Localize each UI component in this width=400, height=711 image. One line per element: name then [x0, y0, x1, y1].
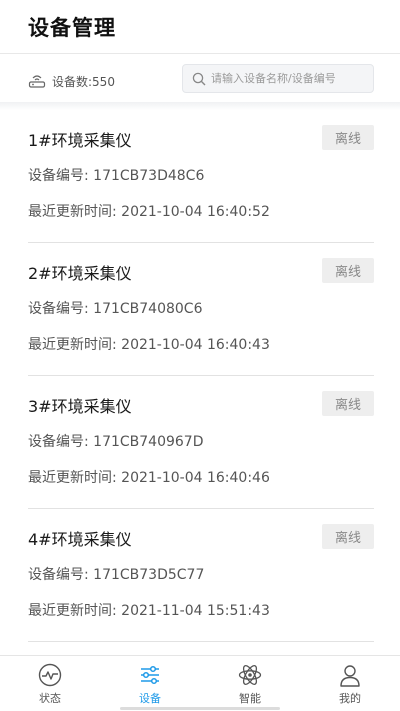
device-count: 设备数:550 [28, 71, 115, 91]
update-time: 最近更新时间: 2021-10-04 16:40:52 [28, 204, 270, 220]
device-name: 2#环境采集仪 [28, 264, 132, 283]
status-badge: 离线 [322, 391, 374, 416]
page-title: 设备管理 [28, 16, 116, 40]
device-id: 设备编号: 171CB73D48C6 [28, 168, 205, 184]
device-id: 设备编号: 171CB74080C6 [28, 301, 203, 317]
tab-smart[interactable]: 智能 [200, 656, 300, 711]
device-name: 3#环境采集仪 [28, 397, 132, 416]
tab-label: 状态 [39, 692, 61, 705]
device-id: 设备编号: 171CB740967D [28, 434, 204, 450]
app-header: 设备管理 [0, 0, 400, 54]
sliders-icon [141, 665, 159, 685]
device-name: 4#环境采集仪 [28, 530, 132, 549]
device-card[interactable]: 3#环境采集仪 离线 设备编号: 171CB740967D 最近更新时间: 20… [28, 376, 374, 509]
search-box[interactable] [182, 64, 374, 93]
tab-label: 设备 [139, 692, 161, 705]
device-id: 设备编号: 171CB73D5C77 [28, 567, 205, 583]
user-icon [340, 665, 360, 687]
tab-label: 智能 [239, 692, 261, 705]
toolbar: 设备数:550 [0, 55, 400, 102]
status-badge: 离线 [322, 125, 374, 150]
search-icon [192, 72, 206, 85]
device-card[interactable]: 4#环境采集仪 离线 设备编号: 171CB73D5C77 最近更新时间: 20… [28, 509, 374, 642]
home-indicator [120, 707, 280, 710]
device-name: 1#环境采集仪 [28, 131, 132, 150]
tab-profile[interactable]: 我的 [300, 656, 400, 711]
atom-icon [238, 665, 262, 685]
update-time: 最近更新时间: 2021-10-04 16:40:46 [28, 470, 270, 486]
bottom-tab-bar: 状态 设备 智能 我的 [0, 655, 400, 711]
device-count-label: 设备数:550 [52, 74, 115, 89]
status-badge: 离线 [322, 258, 374, 283]
device-card[interactable]: 1#环境采集仪 离线 设备编号: 171CB73D48C6 最近更新时间: 20… [28, 110, 374, 243]
section-divider [0, 102, 400, 110]
device-card[interactable]: 2#环境采集仪 离线 设备编号: 171CB74080C6 最近更新时间: 20… [28, 243, 374, 376]
update-time: 最近更新时间: 2021-10-04 16:40:43 [28, 337, 270, 353]
update-time: 最近更新时间: 2021-11-04 15:51:43 [28, 603, 270, 619]
search-input[interactable] [211, 72, 371, 85]
status-badge: 离线 [322, 524, 374, 549]
router-icon [28, 75, 46, 88]
device-list: 1#环境采集仪 离线 设备编号: 171CB73D48C6 最近更新时间: 20… [0, 110, 400, 655]
tab-devices[interactable]: 设备 [100, 656, 200, 711]
tab-label: 我的 [339, 692, 361, 705]
tab-status[interactable]: 状态 [0, 656, 100, 711]
status-gauge-icon [38, 663, 62, 687]
